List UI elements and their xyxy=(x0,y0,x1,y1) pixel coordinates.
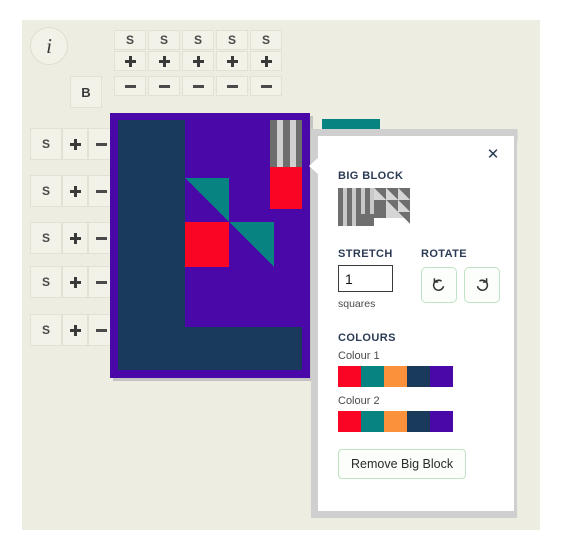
info-icon[interactable]: i xyxy=(30,27,68,65)
column-select-button[interactable]: S xyxy=(148,30,180,50)
colour2-swatch[interactable] xyxy=(430,411,453,432)
red-block-right[interactable] xyxy=(270,167,302,209)
column-remove-button[interactable] xyxy=(114,76,146,96)
colour1-swatch[interactable] xyxy=(384,366,407,387)
colour1-swatch[interactable] xyxy=(430,366,453,387)
canvas-teal-bar xyxy=(322,119,380,129)
rotate-cw-icon[interactable] xyxy=(464,267,500,303)
colour2-swatch[interactable] xyxy=(384,411,407,432)
plus-icon xyxy=(124,55,136,67)
column-select-button[interactable]: S xyxy=(182,30,214,50)
minus-icon xyxy=(95,142,107,146)
thumbnail-triangle xyxy=(398,200,410,212)
stretch-unit-label: squares xyxy=(338,298,376,310)
plus-icon xyxy=(69,138,81,150)
panel-title: BIG BLOCK xyxy=(338,170,404,182)
row-add-button[interactable] xyxy=(62,266,88,298)
minus-icon xyxy=(158,84,170,88)
stretch-label: STRETCH xyxy=(338,248,393,260)
rotate-label: ROTATE xyxy=(421,248,467,260)
close-icon[interactable]: ✕ xyxy=(484,145,502,163)
teal-triangle-upper[interactable] xyxy=(185,178,229,222)
thumbnail-cell xyxy=(386,212,398,218)
colour1-swatch[interactable] xyxy=(407,366,430,387)
colours-label: COLOURS xyxy=(338,332,396,344)
minus-icon xyxy=(260,84,272,88)
row-add-button[interactable] xyxy=(62,128,88,160)
navy-bottom-band[interactable] xyxy=(118,327,302,370)
minus-icon xyxy=(95,236,107,240)
screen: i B SSSSS SSSSS ✕ BIG BLOCK STRETCH squa… xyxy=(0,0,568,556)
column-remove-button[interactable] xyxy=(148,76,180,96)
colour1-swatches xyxy=(338,366,500,387)
plus-icon xyxy=(192,55,204,67)
minus-icon xyxy=(95,189,107,193)
plus-icon xyxy=(158,55,170,67)
column-remove-button[interactable] xyxy=(250,76,282,96)
plus-icon xyxy=(69,276,81,288)
row-select-button[interactable]: S xyxy=(30,314,62,346)
minus-icon xyxy=(192,84,204,88)
minus-icon xyxy=(124,84,136,88)
thumbnail-cell xyxy=(374,200,386,212)
colour1-swatch[interactable] xyxy=(361,366,384,387)
column-select-button[interactable]: S xyxy=(250,30,282,50)
thumbnail-cell xyxy=(374,212,386,218)
colour2-swatches xyxy=(338,411,500,432)
plus-icon xyxy=(69,324,81,336)
column-remove-button[interactable] xyxy=(182,76,214,96)
column-remove-button[interactable] xyxy=(216,76,248,96)
colour2-swatch[interactable] xyxy=(361,411,384,432)
remove-big-block-button[interactable]: Remove Big Block xyxy=(338,449,467,479)
plus-icon xyxy=(226,55,238,67)
colour2-label: Colour 2 xyxy=(338,395,380,407)
stretch-input[interactable] xyxy=(338,265,393,292)
row-select-button[interactable]: S xyxy=(30,128,62,160)
plus-icon xyxy=(69,185,81,197)
column-add-button[interactable] xyxy=(216,51,248,71)
colour1-label: Colour 1 xyxy=(338,350,380,362)
plus-icon xyxy=(260,55,272,67)
row-select-button[interactable]: S xyxy=(30,222,62,254)
teal-triangle-lower[interactable] xyxy=(229,222,274,267)
column-select-button[interactable]: S xyxy=(216,30,248,50)
row-select-button[interactable]: S xyxy=(30,266,62,298)
colour1-swatch[interactable] xyxy=(338,366,361,387)
colour2-swatch[interactable] xyxy=(407,411,430,432)
thumbnail-cell xyxy=(360,214,374,226)
column-add-button[interactable] xyxy=(148,51,180,71)
row-add-button[interactable] xyxy=(62,314,88,346)
row-add-button[interactable] xyxy=(62,175,88,207)
column-add-button[interactable] xyxy=(114,51,146,71)
minus-icon xyxy=(226,84,238,88)
thumbnail-triangle xyxy=(386,200,398,212)
pattern-canvas[interactable] xyxy=(110,113,310,378)
pattern-canvas-inner[interactable] xyxy=(118,120,302,370)
thumbnail-triangle xyxy=(386,188,398,200)
row-add-button[interactable] xyxy=(62,222,88,254)
colour2-swatch[interactable] xyxy=(338,411,361,432)
red-square[interactable] xyxy=(185,222,229,267)
thumbnail-triangle xyxy=(398,188,410,200)
column-add-button[interactable] xyxy=(250,51,282,71)
striped-block[interactable] xyxy=(270,120,302,167)
big-block-thumbnail xyxy=(338,188,410,226)
column-add-button[interactable] xyxy=(182,51,214,71)
thumbnail-triangle xyxy=(398,212,410,224)
plus-icon xyxy=(69,232,81,244)
minus-icon xyxy=(95,280,107,284)
block-mode-button[interactable]: B xyxy=(70,76,102,108)
column-select-button[interactable]: S xyxy=(114,30,146,50)
thumbnail-triangle xyxy=(374,188,386,200)
minus-icon xyxy=(95,328,107,332)
big-block-panel: ✕ BIG BLOCK STRETCH squares ROTATE xyxy=(318,136,514,511)
rotate-ccw-icon[interactable] xyxy=(421,267,457,303)
navy-left-column[interactable] xyxy=(118,120,185,336)
row-select-button[interactable]: S xyxy=(30,175,62,207)
